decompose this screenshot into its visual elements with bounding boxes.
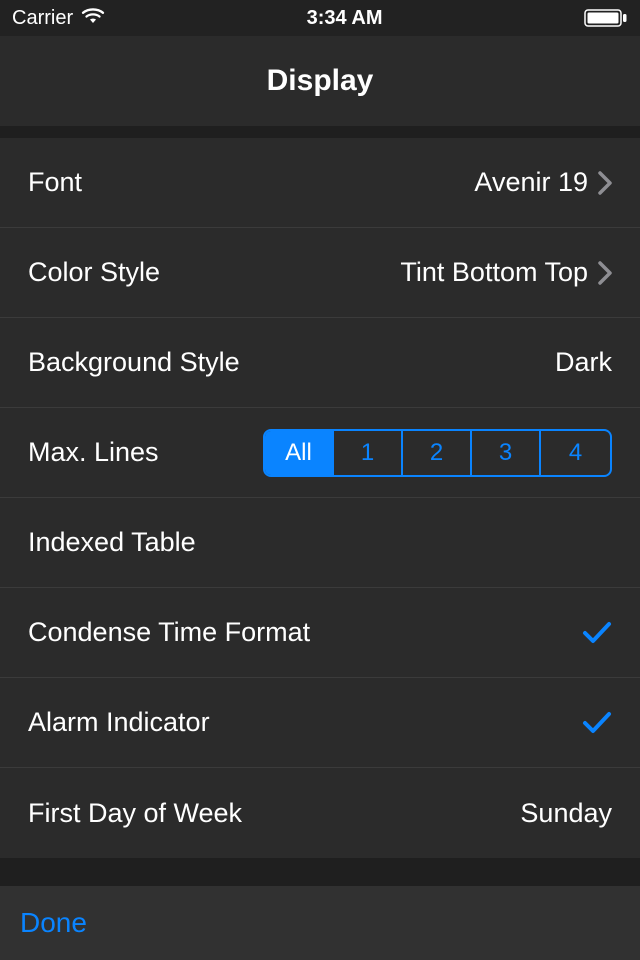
status-left: Carrier — [12, 6, 105, 30]
row-first-day[interactable]: First Day of Week Sunday — [0, 768, 640, 858]
nav-bar: Display — [0, 36, 640, 126]
segmented-max-lines[interactable]: All 1 2 3 4 — [263, 429, 612, 477]
wifi-icon — [81, 6, 105, 30]
seg-2[interactable]: 2 — [403, 431, 472, 475]
value-background-style: Dark — [555, 347, 612, 378]
label-condense-time: Condense Time Format — [28, 617, 310, 648]
battery-icon — [584, 9, 628, 27]
settings-list: Font Avenir 19 Color Style Tint Bottom T… — [0, 138, 640, 858]
row-font[interactable]: Font Avenir 19 — [0, 138, 640, 228]
label-font: Font — [28, 167, 82, 198]
value-font: Avenir 19 — [474, 167, 588, 198]
row-alarm-indicator[interactable]: Alarm Indicator — [0, 678, 640, 768]
row-max-lines: Max. Lines All 1 2 3 4 — [0, 408, 640, 498]
label-indexed-table: Indexed Table — [28, 527, 196, 558]
status-bar: Carrier 3:34 AM — [0, 0, 640, 36]
chevron-right-icon — [598, 261, 612, 285]
value-color-style: Tint Bottom Top — [400, 257, 588, 288]
row-indexed-table[interactable]: Indexed Table — [0, 498, 640, 588]
label-alarm-indicator: Alarm Indicator — [28, 707, 210, 738]
seg-3[interactable]: 3 — [472, 431, 541, 475]
page-title: Display — [267, 64, 374, 98]
checkmark-icon — [582, 708, 612, 738]
seg-all[interactable]: All — [265, 431, 334, 475]
checkmark-icon — [582, 618, 612, 648]
label-max-lines: Max. Lines — [28, 437, 159, 468]
label-background-style: Background Style — [28, 347, 240, 378]
done-button[interactable]: Done — [20, 907, 87, 939]
status-time: 3:34 AM — [307, 7, 383, 30]
seg-4[interactable]: 4 — [541, 431, 610, 475]
label-first-day: First Day of Week — [28, 798, 242, 829]
seg-1[interactable]: 1 — [334, 431, 403, 475]
carrier-label: Carrier — [12, 7, 73, 30]
chevron-right-icon — [598, 171, 612, 195]
toolbar: Done — [0, 886, 640, 960]
row-condense-time[interactable]: Condense Time Format — [0, 588, 640, 678]
value-first-day: Sunday — [520, 798, 612, 829]
row-color-style[interactable]: Color Style Tint Bottom Top — [0, 228, 640, 318]
label-color-style: Color Style — [28, 257, 160, 288]
row-background-style[interactable]: Background Style Dark — [0, 318, 640, 408]
